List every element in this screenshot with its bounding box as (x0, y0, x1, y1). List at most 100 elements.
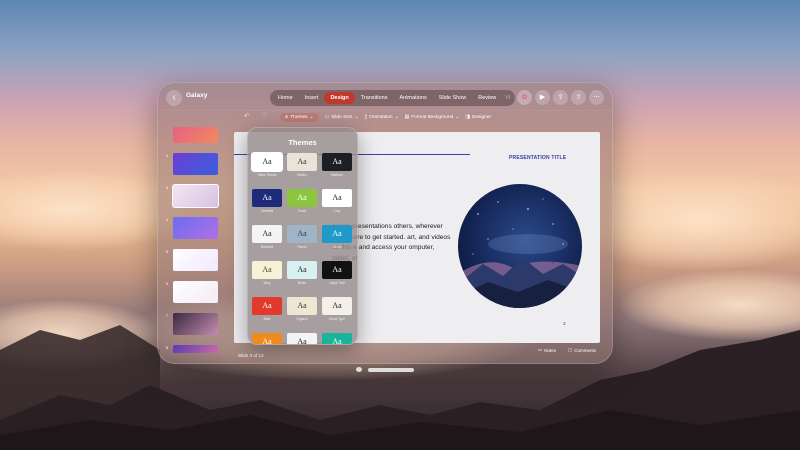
slide-thumbnail[interactable]: 6 (163, 281, 225, 303)
slide-thumbnail[interactable]: 7 (163, 313, 225, 335)
theme-name: Madison (330, 173, 344, 177)
slide-counter: Slide 3 of 13 (238, 353, 264, 358)
theme-card[interactable]: Aa (252, 261, 282, 279)
format-background-label: Format Background (411, 115, 454, 120)
theme-card[interactable]: Aa (287, 153, 317, 171)
theme-preview-text: Aa (262, 157, 272, 166)
theme-preview-text: Aa (297, 193, 307, 202)
format-background-button[interactable]: ▤ Format Background ⌄ (405, 115, 460, 120)
theme-preview-text: Aa (332, 301, 342, 310)
top-actions: ✿ ▶ ⇪ ⇧ ⋯ (517, 90, 604, 105)
theme-card[interactable]: Aa (322, 153, 352, 171)
theme-name: Vapor Trail (329, 281, 345, 285)
tab-animations[interactable]: Animations (393, 92, 432, 104)
slide-thumbnail-number: 5 (166, 250, 168, 254)
slide-size-icon: ▭ (324, 115, 330, 120)
theme-card[interactable]: Aa (322, 225, 352, 243)
slide-thumbnail-image (173, 313, 218, 335)
tab-view[interactable]: Vi (502, 92, 513, 104)
theme-card[interactable]: Aa (322, 333, 352, 344)
slide-thumbnail-number: 3 (166, 186, 168, 190)
slide-thumbnail-image (173, 127, 218, 143)
window-grab-bar[interactable] (368, 368, 414, 372)
slide-thumbnail[interactable]: 4 (163, 217, 225, 239)
themes-button[interactable]: Ѧ Themes ⌄ (280, 113, 319, 122)
slide-thumbnail-number: 6 (166, 282, 168, 286)
slide-thumbnail-image (173, 153, 218, 175)
theme-card[interactable]: Aa (287, 261, 317, 279)
more-icon[interactable]: ⋯ (589, 90, 604, 105)
slide-thumbnail-image (173, 281, 218, 303)
theme-preview-text: Aa (262, 193, 272, 202)
chevron-down-icon: ⌄ (394, 115, 399, 120)
powerpoint-window: ‹ Galaxy Home Insert Design Transitions … (157, 82, 613, 364)
theme-preview-text: Aa (262, 301, 272, 310)
theme-card[interactable]: Aa (252, 297, 282, 315)
ribbon-tabs: Home Insert Design Transitions Animation… (270, 90, 516, 106)
orientation-button[interactable]: ▯ Orientation ⌄ (365, 115, 399, 120)
export-icon[interactable]: ⇧ (571, 90, 586, 105)
comments-button[interactable]: ▢ Comments (568, 347, 596, 353)
tab-slide-show[interactable]: Slide Show (433, 92, 473, 104)
slide-thumbnail[interactable]: 3 (163, 184, 225, 208)
tab-insert[interactable]: Insert (299, 92, 325, 104)
slide-page-number: 3 (563, 321, 566, 326)
slide-size-button[interactable]: ▭ Slide Size ⌄ (325, 115, 359, 120)
format-background-icon: ▤ (404, 115, 410, 120)
theme-preview-text: Aa (332, 193, 342, 202)
theme-card[interactable]: Aa (251, 152, 283, 172)
slide-thumbnail-image (173, 345, 218, 353)
theme-name: Facet (298, 209, 306, 213)
theme-card[interactable]: Aa (287, 297, 317, 315)
slide-thumbnails: 1 2 3 4 5 6 7 8 (163, 127, 225, 353)
themes-panel-title: Themes (288, 138, 317, 147)
theme-name: Dividend (260, 245, 274, 249)
slide-thumbnail-number: 4 (166, 218, 168, 222)
theme-name: Organic (296, 317, 308, 321)
theme-card[interactable]: Aa (252, 225, 282, 243)
designer-button[interactable]: ◨ Designer (465, 115, 491, 120)
comment-icon: ▢ (568, 347, 573, 352)
theme-name: Parcel (297, 245, 307, 249)
slide-thumbnail[interactable]: 1 (163, 127, 225, 143)
theme-card[interactable]: Aa (287, 189, 317, 207)
share-icon[interactable]: ⇪ (553, 90, 568, 105)
tab-design[interactable]: Design (324, 92, 355, 104)
play-icon[interactable]: ▶ (535, 90, 550, 105)
design-toolbar: Ѧ Themes ⌄ ▭ Slide Size ⌄ ▯ Orientation ⌄ ▤ For… (158, 110, 612, 124)
theme-name: Crop (333, 209, 341, 213)
theme-preview-text: Aa (297, 157, 307, 166)
theme-card[interactable]: Aa (252, 333, 282, 344)
theme-preview-text: Aa (262, 265, 272, 274)
chevron-down-icon: ⌄ (455, 115, 460, 120)
sparkle-icon: + (551, 260, 554, 266)
theme-preview-text: Aa (332, 229, 342, 238)
galaxy-image[interactable] (458, 184, 582, 308)
window-dot[interactable] (356, 367, 362, 372)
slide-thumbnail-number: 8 (166, 346, 168, 350)
designer-icon: ◨ (465, 115, 470, 120)
theme-preview-text: Aa (332, 157, 342, 166)
slide-thumbnail-image (173, 249, 218, 271)
theme-card[interactable]: Aa (252, 189, 282, 207)
theme-preview-text: Aa (297, 229, 307, 238)
slide-thumbnail-number: 2 (166, 154, 168, 158)
theme-card[interactable]: Aa (287, 225, 317, 243)
back-button[interactable]: ‹ (166, 90, 182, 106)
theme-preview-text: Aa (297, 301, 307, 310)
theme-card[interactable]: Aa (322, 297, 352, 315)
tab-home[interactable]: Home (272, 92, 299, 104)
tab-review[interactable]: Review (472, 92, 502, 104)
theme-card[interactable]: Aa (287, 333, 317, 344)
notes-button[interactable]: ▭ Notes (538, 347, 556, 353)
slide-thumbnail[interactable]: 2 (163, 153, 225, 175)
slide-thumbnail[interactable]: 8 (163, 345, 225, 353)
copilot-icon[interactable]: ✿ (517, 90, 532, 105)
slide-thumbnail[interactable]: 5 (163, 249, 225, 271)
theme-name: Celestial (260, 209, 274, 213)
chevron-down-icon: ⌄ (309, 115, 314, 120)
theme-preview-text: Aa (332, 265, 342, 274)
theme-card[interactable]: Aa (322, 261, 352, 279)
theme-card[interactable]: Aa (322, 189, 352, 207)
tab-transitions[interactable]: Transitions (355, 92, 394, 104)
